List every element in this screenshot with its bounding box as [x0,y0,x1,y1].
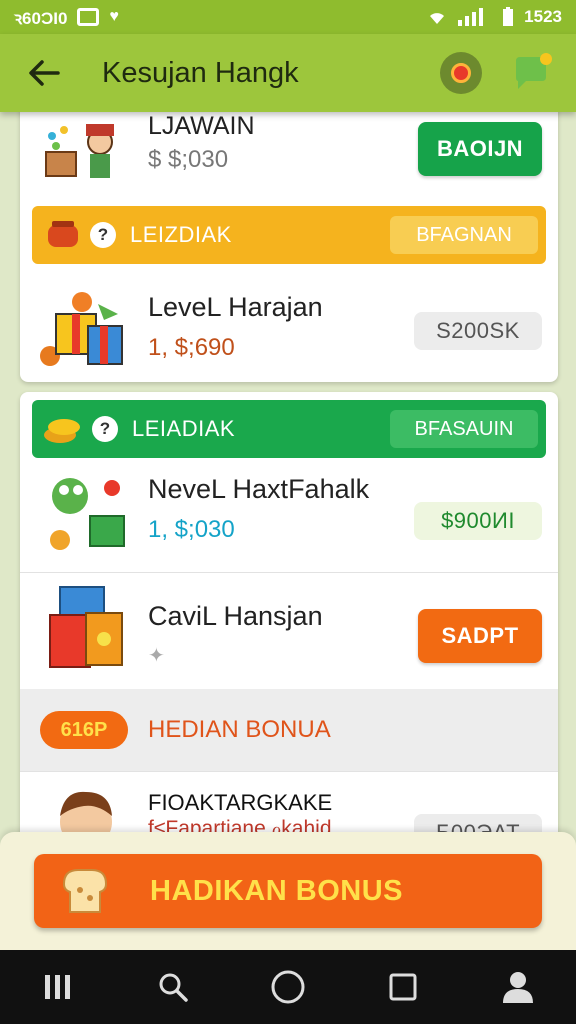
list-item: CaviL Hansjan ✦ SADPT [20,573,558,689]
list-item: NeveL HaxtFahalk 1, $;030 $900ИI [20,460,558,572]
buy-button[interactable]: BAOIJN [418,122,542,176]
jar-icon [48,221,78,247]
battery-icon [503,7,514,26]
status-bar: ꝛ60ƆI0 ♥ 1523 [0,0,576,34]
section-banner-orange: ? LEIZDIAK BFAGNAN [32,206,546,264]
app-bar: Kesujan Hangk [0,34,576,112]
list-item: LeveL Harajan 1, $;690 S200SK [20,276,558,382]
content-scroll[interactable]: LJAWAIN $ $;030 BAOIJN ? LEIZDIAK BFAGNA… [0,112,576,832]
square-icon[interactable] [373,957,433,1017]
frog-icon [40,472,130,561]
bonus-cta-label: HADIKAN BONUS [150,874,403,907]
coins-icon [44,419,80,443]
item-price: 1, $;030 [148,516,235,543]
toast-icon [62,869,108,913]
bonus-cta-panel: HADIKAN BONUS [0,832,576,950]
section-banner-green: ? LEIADIAK BFASAUIN [32,400,546,458]
banner-label: LEIZDIAK [130,222,232,247]
select-button[interactable]: SADPT [418,609,542,663]
item-title: LeveL Harajan [148,292,323,322]
item-title: FIOAKTARGKAKE [148,790,333,815]
banner-button[interactable]: BFAGNAN [390,216,538,254]
heart-icon: ♥ [109,8,119,25]
item-title: CaviL Hansjan [148,601,323,631]
person-icon[interactable] [488,957,548,1017]
home-icon[interactable] [258,957,318,1017]
bonus-cta-button[interactable]: HADIKAN BONUS [34,854,542,928]
wifi-icon [430,13,445,24]
chat-icon[interactable] [510,51,554,95]
price-button[interactable]: S200SK [414,312,542,350]
bonus-badge-text: 616P [60,718,108,741]
bonus-badge: 616P [40,711,128,749]
price-button[interactable]: Б00ЭАТ [414,814,542,832]
price-button[interactable]: $900ИI [414,502,542,540]
status-left-text: ꝛ60ƆI0 [14,8,68,28]
camera-icon [77,8,100,26]
navigation-bar [0,950,576,1024]
signal-icon [458,8,484,26]
bonus-header: 616P HEDIAN BONUA [20,689,558,771]
avatar [54,786,118,832]
item-title: NeveL HaxtFahalk [148,474,370,504]
menu-icon[interactable] [28,957,88,1017]
item-title: LJAWAIN [148,112,255,140]
help-icon[interactable]: ? [92,416,118,442]
bonus-header-label: HEDIAN BONUA [148,716,331,743]
card-2: ? LEIADIAK BFASAUIN NeveL HaxtFahalk 1, … [20,392,558,832]
search-icon[interactable] [143,957,203,1017]
help-icon[interactable]: ? [90,222,116,248]
books-icon [46,585,130,680]
card-1: LJAWAIN $ $;030 BAOIJN ? LEIZDIAK BFAGNA… [20,112,558,382]
list-item: FIOAKTARGKAKE f≤Fapartiane ℴkahid Б00ЭАТ [20,772,558,832]
banner-label: LEIADIAK [132,416,236,441]
star-icon: ✦ [148,645,165,667]
character-icon [42,116,122,191]
arrow-left-icon[interactable] [24,53,64,93]
item-price: $ $;030 [148,146,229,173]
status-time: 1523 [524,7,562,26]
app-title: Kesujan Hangk [102,56,299,89]
gift-box-icon [38,286,128,375]
list-item: LJAWAIN $ $;030 BAOIJN [20,112,558,194]
item-price: 1, $;690 [148,334,235,361]
banner-button[interactable]: BFASAUIN [390,410,538,448]
item-subtitle: f≤Fapartiane ℴkahid [148,817,332,832]
pin-icon[interactable] [440,52,482,94]
